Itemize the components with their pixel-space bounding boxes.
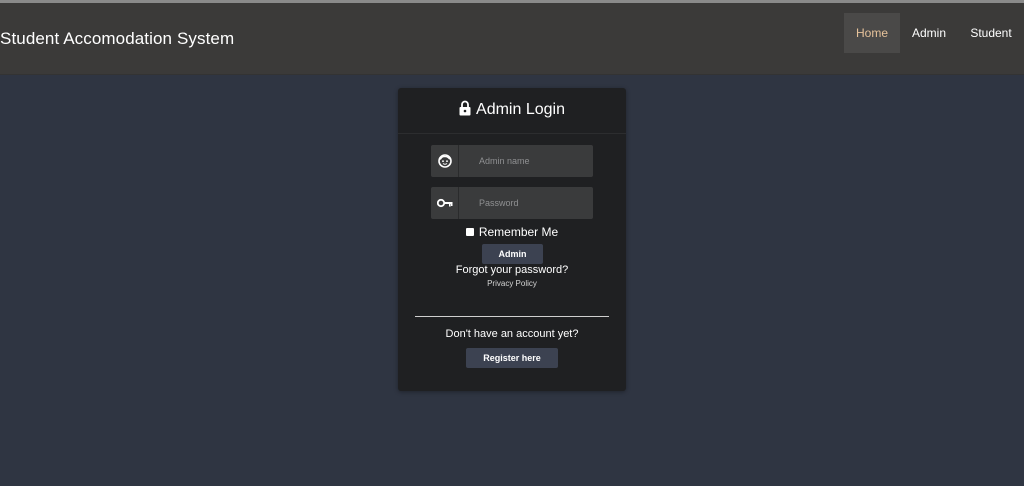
admin-name-input[interactable] xyxy=(460,145,593,177)
navbar: Student Accomodation System Home Admin S… xyxy=(0,3,1024,75)
card-title-row: Admin Login xyxy=(398,100,626,119)
card-header: Admin Login xyxy=(398,88,626,134)
forgot-password-link[interactable]: Forgot your password? xyxy=(398,264,626,276)
username-icon-box xyxy=(431,145,459,177)
nav-student[interactable]: Student xyxy=(960,13,1022,53)
lock-icon xyxy=(459,100,471,116)
no-account-text: Don't have an account yet? xyxy=(445,328,579,340)
remember-me-checkbox[interactable] xyxy=(465,228,474,236)
password-group xyxy=(431,187,593,219)
register-button[interactable]: Register here xyxy=(466,348,558,368)
user-face-icon xyxy=(437,154,452,168)
brand-title[interactable]: Student Accomodation System xyxy=(0,29,234,49)
password-icon-box xyxy=(431,187,459,219)
remember-me-row[interactable]: Remember Me xyxy=(398,225,626,239)
admin-login-button[interactable]: Admin xyxy=(482,244,543,264)
password-input[interactable] xyxy=(460,187,593,219)
nav-admin[interactable]: Admin xyxy=(900,13,958,53)
login-title: Admin Login xyxy=(476,101,565,118)
divider xyxy=(415,316,609,317)
key-icon xyxy=(436,198,452,208)
username-group xyxy=(431,145,593,177)
login-card: Admin Login Remember Me A xyxy=(398,88,626,391)
privacy-policy-link[interactable]: Privacy Policy xyxy=(398,279,626,288)
nav-home[interactable]: Home xyxy=(844,13,900,53)
remember-me-label: Remember Me xyxy=(478,225,559,239)
